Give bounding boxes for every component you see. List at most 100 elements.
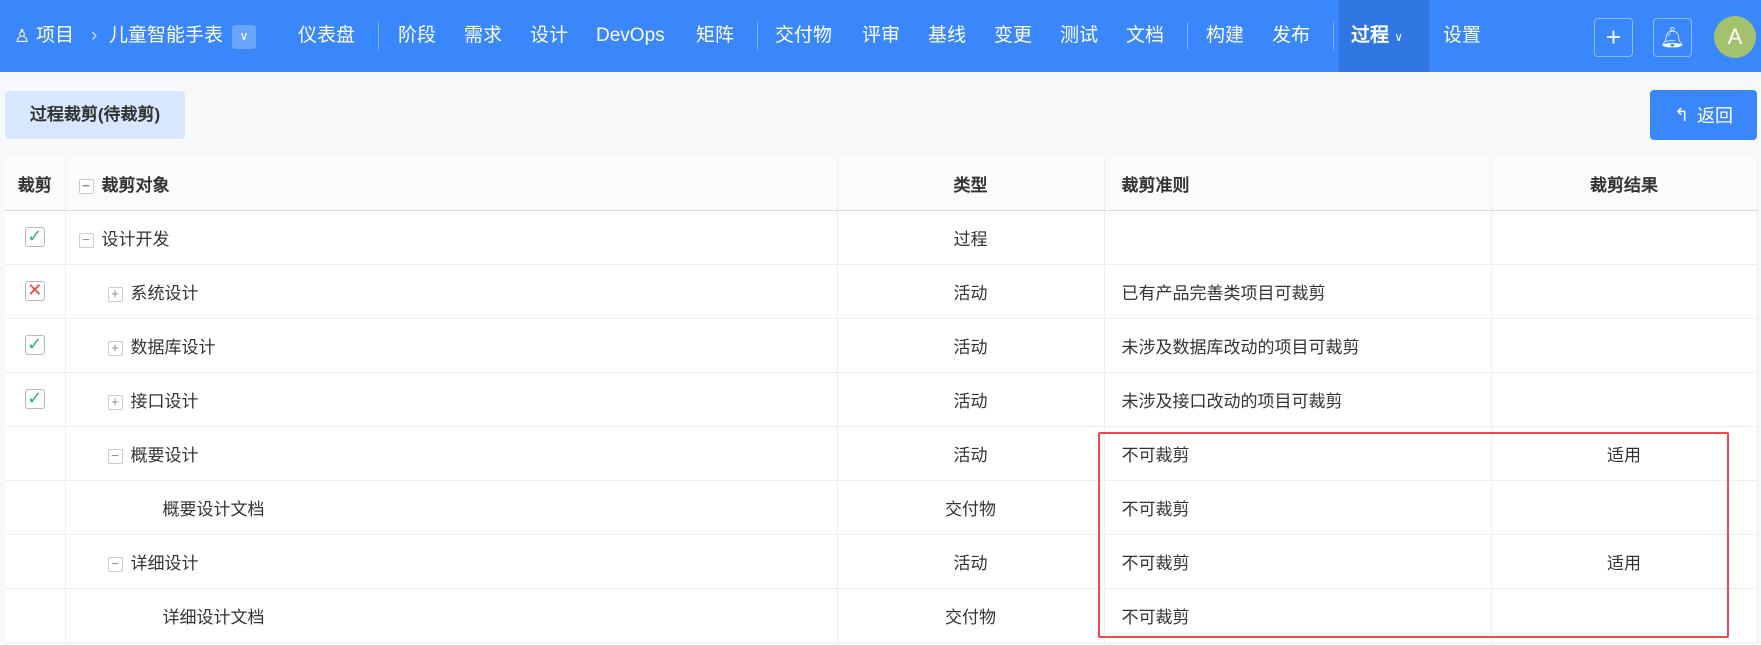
object-cell: − 概要设计 [65,426,838,481]
type-cell: 过程 [837,210,1105,265]
nav-divider [757,22,758,50]
type-cell: 交付物 [837,588,1105,643]
breadcrumb-projects[interactable]: 项目 [36,0,74,72]
result-cell: 适用 [1491,426,1758,481]
object-cell: − 详细设计 [65,534,838,589]
result-cell [1491,588,1758,643]
col-header-object: − 裁剪对象 [65,157,838,211]
object-name: 概要设计 [130,445,199,465]
project-name[interactable]: 儿童智能手表 [109,0,223,72]
object-name: 设计开发 [101,229,170,249]
rule-cell: 未涉及接口改动的项目可裁剪 [1104,372,1492,427]
nav-test[interactable]: 测试 [1060,0,1098,72]
table-row: ✕ + 系统设计 活动 已有产品完善类项目可裁剪 [5,264,1758,319]
tailor-cell: ✕ [5,264,66,319]
breadcrumb-chevron-icon: › [91,25,98,46]
collapse-all-icon[interactable]: − [78,178,94,194]
nav-divider [378,22,379,50]
rule-cell: 不可裁剪 [1104,588,1492,643]
collapse-icon[interactable]: − [107,556,123,572]
nav-divider [1333,22,1334,50]
checkbox-checked-icon[interactable]: ✓ [24,389,45,410]
object-cell: 详细设计文档 [65,588,838,643]
object-name: 详细设计 [130,553,199,573]
tailor-cell [5,480,66,535]
rule-cell: 已有产品完善类项目可裁剪 [1104,264,1492,319]
nav-dashboard[interactable]: 仪表盘 [298,0,355,72]
tailor-cell [5,534,66,589]
add-button[interactable]: + [1594,18,1633,57]
rocket-logo-icon: ♙ [14,26,31,46]
nav-change[interactable]: 变更 [994,0,1032,72]
expand-icon[interactable]: + [107,394,123,410]
type-cell: 活动 [837,318,1105,373]
nav-build[interactable]: 构建 [1206,0,1244,72]
col-header-tailor: 裁剪 [5,157,66,211]
nav-deliverables[interactable]: 交付物 [775,0,832,72]
table-header-row: 裁剪 − 裁剪对象 类型 裁剪准则 裁剪结果 [5,157,1758,211]
type-cell: 交付物 [837,480,1105,535]
col-header-rule: 裁剪准则 [1104,157,1492,211]
expand-icon[interactable]: + [107,340,123,356]
table-row: 概要设计文档 交付物 不可裁剪 [5,480,1758,535]
nav-baseline[interactable]: 基线 [928,0,966,72]
object-name: 接口设计 [130,391,199,411]
object-cell: − 设计开发 [65,210,838,265]
object-cell: + 系统设计 [65,264,838,319]
rule-cell: 不可裁剪 [1104,426,1492,481]
table-row: ✓ + 接口设计 活动 未涉及接口改动的项目可裁剪 [5,372,1758,427]
object-cell: 概要设计文档 [65,480,838,535]
rule-cell: 未涉及数据库改动的项目可裁剪 [1104,318,1492,373]
col-header-object-label: 裁剪对象 [101,175,170,195]
rule-cell: 不可裁剪 [1104,534,1492,589]
bell-icon: 🔔︎ [1659,27,1686,49]
notifications-button[interactable]: 🔔︎ [1653,18,1692,57]
tailor-cell [5,588,66,643]
table-row: 详细设计文档 交付物 不可裁剪 [5,588,1758,643]
collapse-icon[interactable]: − [107,448,123,464]
checkbox-crossed-icon[interactable]: ✕ [24,281,45,302]
nav-matrix[interactable]: 矩阵 [696,0,734,72]
object-name: 详细设计文档 [162,607,265,627]
chevron-down-icon: ∨ [1394,30,1404,44]
tailor-cell: ✓ [5,372,66,427]
nav-design[interactable]: 设计 [530,0,568,72]
object-name: 系统设计 [130,283,199,303]
nav-requirements[interactable]: 需求 [464,0,502,72]
nav-docs[interactable]: 文档 [1126,0,1164,72]
object-cell: + 接口设计 [65,372,838,427]
object-name: 概要设计文档 [162,499,265,519]
col-header-type: 类型 [837,157,1105,211]
back-button[interactable]: ↰ 返回 [1650,90,1757,140]
result-cell [1491,318,1758,373]
result-cell [1491,210,1758,265]
type-cell: 活动 [837,534,1105,589]
project-dropdown-chevron-icon[interactable]: ∨ [232,25,256,49]
type-cell: 活动 [837,264,1105,319]
checkbox-checked-icon[interactable]: ✓ [24,227,45,248]
col-header-result: 裁剪结果 [1491,157,1758,211]
nav-review[interactable]: 评审 [862,0,900,72]
object-cell: + 数据库设计 [65,318,838,373]
page-status-tag: 过程裁剪(待裁剪) [5,91,185,139]
expand-icon[interactable]: + [107,286,123,302]
top-nav-bar: ♙ 项目 › 儿童智能手表 ∨ 仪表盘 阶段 需求 设计 DevOps 矩阵 交… [0,0,1761,72]
nav-process-active[interactable]: 过程 ∨ [1339,0,1429,72]
table-row: − 详细设计 活动 不可裁剪 适用 [5,534,1758,589]
nav-devops[interactable]: DevOps [596,0,665,72]
result-cell [1491,372,1758,427]
collapse-icon[interactable]: − [78,232,94,248]
table-row: ✓ + 数据库设计 活动 未涉及数据库改动的项目可裁剪 [5,318,1758,373]
checkbox-checked-icon[interactable]: ✓ [24,335,45,356]
nav-release[interactable]: 发布 [1272,0,1310,72]
tailor-cell [5,426,66,481]
tailoring-table: 裁剪 − 裁剪对象 类型 裁剪准则 裁剪结果 ✓ − 设计开发 过程 ✕ + 系统设计… [5,157,1758,643]
type-cell: 活动 [837,426,1105,481]
tailor-cell: ✓ [5,210,66,265]
nav-stage[interactable]: 阶段 [398,0,436,72]
rule-cell: 不可裁剪 [1104,480,1492,535]
user-avatar[interactable]: A [1714,16,1756,58]
nav-settings[interactable]: 设置 [1443,0,1481,72]
result-cell [1491,264,1758,319]
table-row: ✓ − 设计开发 过程 [5,210,1758,265]
